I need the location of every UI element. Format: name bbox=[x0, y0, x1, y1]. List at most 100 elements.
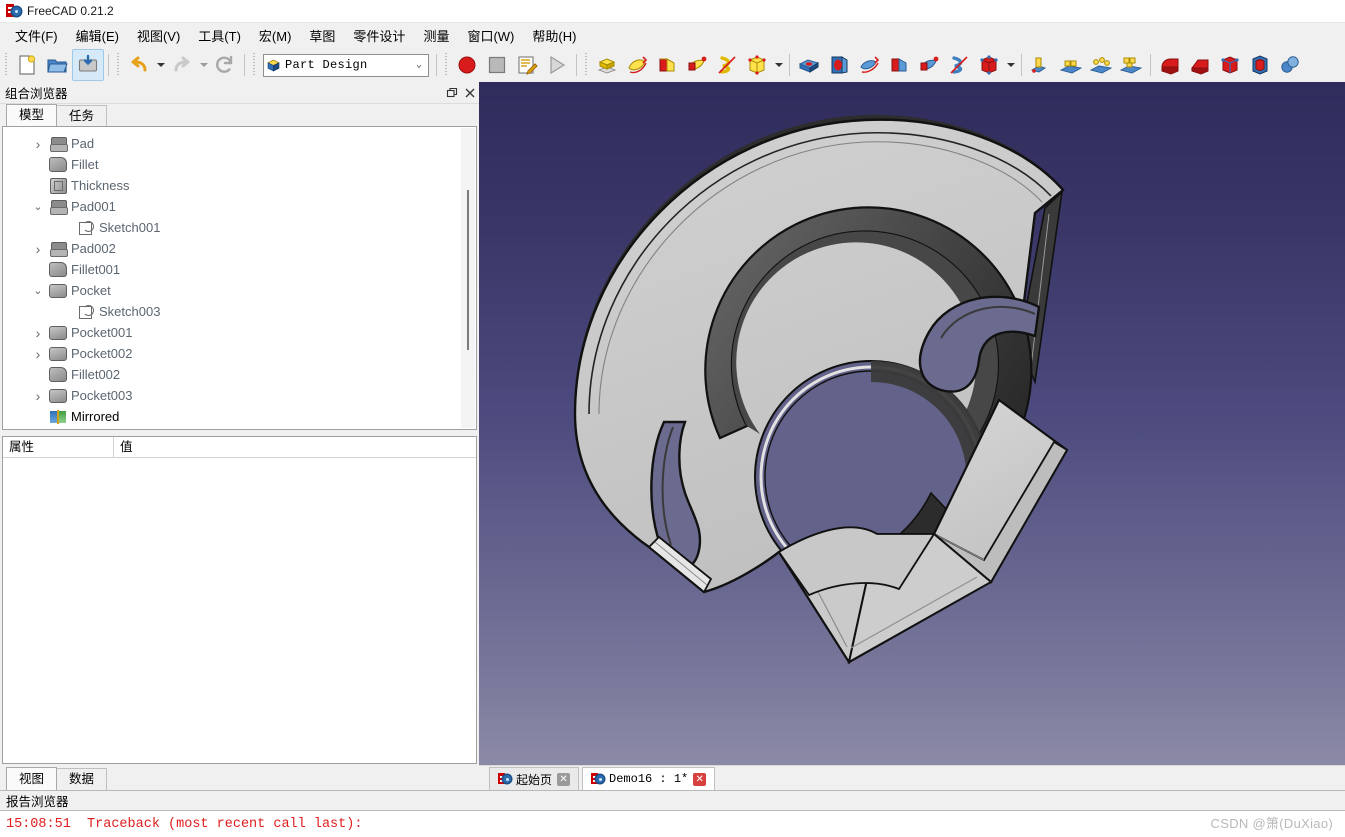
tree-item-thickness[interactable]: Thickness bbox=[3, 175, 476, 196]
additive-loft-icon[interactable] bbox=[652, 50, 682, 80]
tree-item-pad[interactable]: › Pad bbox=[3, 133, 476, 154]
tab-tasks[interactable]: 任务 bbox=[56, 105, 108, 126]
tree-item-pocket001[interactable]: › Pocket001 bbox=[3, 322, 476, 343]
pocket-icon bbox=[47, 345, 69, 363]
tree-scrollbar[interactable] bbox=[461, 128, 475, 428]
chevron-down-icon[interactable]: ⌄ bbox=[29, 200, 47, 213]
tab-model[interactable]: 模型 bbox=[6, 104, 58, 126]
tree-item-pad002[interactable]: › Pad002 bbox=[3, 238, 476, 259]
subtractive-helix-icon[interactable] bbox=[944, 50, 974, 80]
tree-item-pocket003[interactable]: › Pocket003 bbox=[3, 385, 476, 406]
close-icon[interactable]: ✕ bbox=[693, 772, 707, 786]
workbench-selector[interactable]: Part Design ⌄ bbox=[263, 53, 429, 77]
new-document-icon[interactable] bbox=[12, 50, 42, 80]
tree-item-fillet002[interactable]: Fillet002 bbox=[3, 364, 476, 385]
pad-icon bbox=[47, 135, 69, 153]
chamfer-icon[interactable] bbox=[1185, 50, 1215, 80]
subtractive-primitive-icon[interactable] bbox=[974, 50, 1004, 80]
groove-icon[interactable] bbox=[854, 50, 884, 80]
menu-file[interactable]: 文件(F) bbox=[6, 23, 67, 48]
pocket-icon bbox=[47, 282, 69, 300]
menu-edit[interactable]: 编辑(E) bbox=[67, 23, 128, 48]
subtractive-pipe-icon[interactable] bbox=[914, 50, 944, 80]
tab-data[interactable]: 数据 bbox=[56, 768, 108, 790]
macro-stop-icon[interactable] bbox=[482, 50, 512, 80]
menu-tools[interactable]: 工具(T) bbox=[189, 23, 250, 48]
menu-macro[interactable]: 宏(M) bbox=[250, 23, 301, 48]
menu-measure[interactable]: 测量 bbox=[414, 23, 458, 48]
report-browser-body[interactable]: 15:08:51 Traceback (most recent call las… bbox=[0, 811, 1345, 837]
macro-edit-icon[interactable] bbox=[512, 50, 542, 80]
viewport-3d[interactable] bbox=[479, 82, 1345, 765]
multi-transform-icon[interactable] bbox=[1116, 50, 1146, 80]
draft-icon[interactable] bbox=[1215, 50, 1245, 80]
chevron-right-icon[interactable]: › bbox=[29, 136, 47, 152]
additive-pipe-icon[interactable] bbox=[682, 50, 712, 80]
restore-icon[interactable] bbox=[443, 84, 461, 102]
toolbar-grip[interactable] bbox=[583, 53, 590, 77]
additive-primitive-icon[interactable] bbox=[742, 50, 772, 80]
tree-item-fillet[interactable]: Fillet bbox=[3, 154, 476, 175]
tree-item-sketch003[interactable]: Sketch003 bbox=[3, 301, 476, 322]
undo-icon[interactable] bbox=[124, 50, 154, 80]
additive-helix-icon[interactable] bbox=[712, 50, 742, 80]
menu-help[interactable]: 帮助(H) bbox=[523, 23, 585, 48]
save-document-icon[interactable] bbox=[72, 49, 104, 81]
fillet-icon bbox=[47, 156, 69, 174]
pocket-icon[interactable] bbox=[794, 50, 824, 80]
polar-pattern-icon[interactable] bbox=[1086, 50, 1116, 80]
close-icon[interactable]: ✕ bbox=[557, 772, 571, 786]
close-icon[interactable] bbox=[461, 84, 479, 102]
tree-item-mirrored[interactable]: Mirrored bbox=[3, 406, 476, 427]
document-tab-demo16[interactable]: Demo16 : 1* ✕ bbox=[582, 767, 716, 790]
chevron-right-icon[interactable]: › bbox=[29, 346, 47, 362]
fillet-icon[interactable] bbox=[1155, 50, 1185, 80]
chevron-down-icon[interactable]: ⌄ bbox=[29, 284, 47, 297]
subtractive-loft-icon[interactable] bbox=[884, 50, 914, 80]
thickness-icon[interactable] bbox=[1245, 50, 1275, 80]
menu-part-design[interactable]: 零件设计 bbox=[344, 23, 414, 48]
toolbar-grip[interactable] bbox=[443, 53, 450, 77]
toolbar-grip[interactable] bbox=[251, 53, 258, 77]
undo-dropdown-icon[interactable] bbox=[154, 50, 167, 80]
pad-icon[interactable] bbox=[592, 50, 622, 80]
redo-icon[interactable] bbox=[167, 50, 197, 80]
document-tab-start-page[interactable]: 起始页 ✕ bbox=[489, 767, 580, 790]
tree-item-pocket002[interactable]: › Pocket002 bbox=[3, 343, 476, 364]
property-editor-body[interactable] bbox=[3, 458, 476, 763]
menu-bar: 文件(F) 编辑(E) 视图(V) 工具(T) 宏(M) 草图 零件设计 测量 … bbox=[0, 23, 1345, 47]
tree-scrollbar-thumb[interactable] bbox=[467, 190, 469, 350]
chevron-right-icon[interactable]: › bbox=[29, 388, 47, 404]
linear-pattern-icon[interactable] bbox=[1056, 50, 1086, 80]
redo-dropdown-icon[interactable] bbox=[197, 50, 210, 80]
hole-icon[interactable] bbox=[824, 50, 854, 80]
fillet-icon bbox=[47, 261, 69, 279]
property-editor[interactable]: 属性 值 bbox=[2, 436, 477, 764]
menu-window[interactable]: 窗口(W) bbox=[458, 23, 523, 48]
tree-item-sketch001[interactable]: Sketch001 bbox=[3, 217, 476, 238]
subtractive-primitive-dropdown-icon[interactable] bbox=[1004, 50, 1017, 80]
menu-sketch[interactable]: 草图 bbox=[300, 23, 344, 48]
property-editor-tabs: 视图 数据 bbox=[0, 766, 479, 790]
chevron-right-icon[interactable]: › bbox=[29, 325, 47, 341]
open-document-icon[interactable] bbox=[42, 50, 72, 80]
refresh-icon[interactable] bbox=[210, 50, 240, 80]
tree-item-fillet001[interactable]: Fillet001 bbox=[3, 259, 476, 280]
tab-view[interactable]: 视图 bbox=[6, 767, 58, 790]
chevron-right-icon[interactable]: › bbox=[29, 241, 47, 257]
menu-view[interactable]: 视图(V) bbox=[128, 23, 189, 48]
tree-item-pocket[interactable]: ⌄ Pocket bbox=[3, 280, 476, 301]
macro-record-icon[interactable] bbox=[452, 50, 482, 80]
revolution-icon[interactable] bbox=[622, 50, 652, 80]
toolbar-grip[interactable] bbox=[3, 53, 10, 77]
tree-item-pad001[interactable]: ⌄ Pad001 bbox=[3, 196, 476, 217]
boolean-icon[interactable] bbox=[1275, 50, 1305, 80]
macro-execute-icon[interactable] bbox=[542, 50, 572, 80]
model-tree[interactable]: › Pad Fillet Thickness ⌄ Pad001 Sketch001 › Pad0… bbox=[2, 126, 477, 430]
viewport-wrapper bbox=[479, 82, 1345, 765]
toolbar-grip[interactable] bbox=[115, 53, 122, 77]
pocket-icon bbox=[47, 387, 69, 405]
additive-primitive-dropdown-icon[interactable] bbox=[772, 50, 785, 80]
title-bar: FreeCAD 0.21.2 bbox=[0, 0, 1345, 23]
mirrored-icon[interactable] bbox=[1026, 50, 1056, 80]
